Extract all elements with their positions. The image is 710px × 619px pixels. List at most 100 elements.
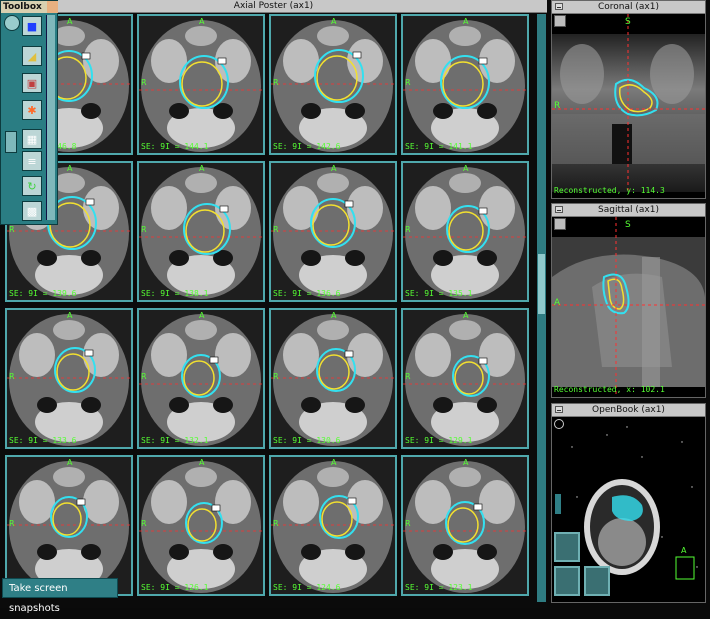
slice-position-label: SE: 9I = 142.6 [273, 142, 341, 151]
slice-position-label: SE: 9I = 136.6 [273, 289, 341, 298]
grid-icon[interactable]: ▩ [22, 201, 42, 221]
sagittal-title: Sagittal (ax1) [598, 205, 659, 215]
sagittal-orient-left: A [554, 298, 561, 308]
axial-slice-cell[interactable]: A R SE: 9I = 123.1 [401, 455, 529, 596]
axial-slice-cell[interactable]: A R SE: 9I = 135.1 [401, 161, 529, 302]
axial-slice-image [7, 457, 131, 594]
orient-top-label: A [331, 164, 337, 173]
view-thumbnail-button[interactable] [584, 566, 610, 596]
coronal-reconstructed-label: Reconstructed, y: 114.3 [554, 186, 665, 195]
axial-scrollbar[interactable] [537, 14, 546, 602]
axial-slice-cell[interactable]: A R SE: 9I = 138.1 [137, 161, 265, 302]
toolbox-scrollbar[interactable] [46, 15, 55, 220]
slice-position-label: SE: 9I = 138.1 [141, 289, 209, 298]
axial-slice-cell[interactable]: A R SE: 9I = 129.1 [401, 308, 529, 449]
axial-slice-cell[interactable]: A R SE: 9I = 124.6 [269, 455, 397, 596]
contour-marker-icon [211, 504, 221, 512]
slice-position-label: SE: 9I = 132.1 [141, 436, 209, 445]
target-icon[interactable]: ✱ [22, 100, 42, 120]
orient-top-label: A [199, 17, 205, 26]
contour-marker-icon [81, 52, 91, 60]
axial-slice-image [139, 457, 263, 594]
orient-top-label: A [463, 458, 469, 467]
axial-slice-cell[interactable]: A R SE: 9I = 130.6 [269, 308, 397, 449]
axial-slice-image [271, 310, 395, 447]
slice-position-label: SE: 9I = 126.1 [141, 583, 209, 592]
coronal-titlebar[interactable]: Coronal (ax1) [552, 1, 705, 14]
orient-top-label: A [331, 311, 337, 320]
axial-slice-cell[interactable]: A R SE: 9I = 141.1 [401, 14, 529, 155]
slice-position-label: SE: 9I = 133.6 [9, 436, 77, 445]
openbook-panel: OpenBook (ax1) A [551, 403, 706, 603]
contour-marker-icon [473, 503, 483, 511]
sagittal-orient-top: S [625, 220, 631, 230]
toolbox-title[interactable]: Toolbox [1, 1, 47, 13]
layers-icon[interactable]: ▣ [22, 73, 42, 93]
axial-slice-image [271, 16, 395, 153]
axial-poster-panel: Axial Poster (ax1) ARSE: 9I = 146.8ARSE:… [0, 0, 547, 608]
toolbox-close-icon[interactable] [47, 1, 58, 13]
orient-left-label: R [9, 519, 15, 528]
axial-slice-image [139, 310, 263, 447]
axial-slice-grid: ARSE: 9I = 146.8ARSE: 9I = 144.1ARSE: 9I… [5, 14, 535, 602]
coronal-title: Coronal (ax1) [598, 2, 659, 12]
contour-marker-icon [217, 57, 227, 65]
axial-slice-cell[interactable]: A R SE: 9I = 132.1 [137, 308, 265, 449]
toolbox-window: Toolbox ■ ◢ ▣ ✱ ▦ ≡ ↻ ▩ [0, 0, 58, 225]
orient-left-label: R [405, 519, 411, 528]
sagittal-view[interactable]: S A [552, 217, 705, 397]
camera-icon[interactable]: ▦ [22, 129, 42, 149]
sagittal-reconstructed-label: Reconstructed, x: 102.1 [554, 385, 665, 394]
axial-slice-image [403, 310, 527, 447]
axial-slice-cell[interactable]: A R SE: 9I = 144.1 [137, 14, 265, 155]
contour-marker-icon [478, 357, 488, 365]
slice-position-label: SE: 9I = 123.1 [405, 583, 473, 592]
coronal-view[interactable]: S R [552, 14, 705, 197]
axial-slice-cell[interactable]: A R SE: 9I = 136.6 [269, 161, 397, 302]
orient-left-label: R [405, 78, 411, 87]
axial-slice-cell[interactable]: A R SE: 9I = 142.6 [269, 14, 397, 155]
orient-top-label: A [67, 458, 73, 467]
scrollbar-thumb[interactable] [538, 254, 545, 314]
slice-position-label: SE: 9I = 124.6 [273, 583, 341, 592]
axial-poster-titlebar[interactable]: Axial Poster (ax1) [0, 0, 547, 13]
orient-left-label: R [405, 225, 411, 234]
axial-slice-cell[interactable]: A R SE: 9I = 133.6 [5, 308, 133, 449]
axial-slice-cell[interactable]: A R SE: 9I = 126.1 [137, 455, 265, 596]
orient-top-label: A [199, 458, 205, 467]
view-thumbnail-button[interactable] [554, 566, 580, 596]
orient-left-label: R [141, 78, 147, 87]
axial-slice-image [139, 16, 263, 153]
rotate-icon[interactable]: ↻ [22, 176, 42, 196]
orient-left-label: R [9, 372, 15, 381]
slice-position-label: SE: 9I = 135.1 [405, 289, 473, 298]
minimize-icon[interactable] [555, 3, 563, 10]
orient-top-label: A [67, 311, 73, 320]
axial-slice-image [403, 163, 527, 300]
magnifier-icon[interactable] [4, 15, 20, 31]
film-icon[interactable]: ≡ [22, 151, 42, 171]
openbook-titlebar[interactable]: OpenBook (ax1) [552, 404, 705, 417]
contour-marker-icon [344, 350, 354, 358]
ruler-icon[interactable]: ◢ [22, 46, 42, 66]
orient-left-label: R [273, 225, 279, 234]
minimize-icon[interactable] [555, 406, 563, 413]
orient-left-label: R [273, 78, 279, 87]
orient-top-label: A [463, 164, 469, 173]
axial-slice-image [271, 457, 395, 594]
orient-left-label: R [273, 519, 279, 528]
orient-left-label: R [405, 372, 411, 381]
axial-slice-cell[interactable]: ARSE: 9I = 127.6 [5, 455, 133, 596]
orient-top-label: A [67, 164, 73, 173]
contour-marker-icon [84, 349, 94, 357]
take-snapshot-button[interactable]: Take screen snapshots [2, 578, 118, 614]
openbook-orient-top: A [681, 546, 687, 555]
minimize-icon[interactable] [555, 206, 563, 213]
brain-map-icon[interactable]: ■ [22, 16, 42, 36]
slice-position-label: SE: 9I = 139.6 [9, 289, 77, 298]
axial-slice-image [139, 163, 263, 300]
toolbox-slider[interactable] [5, 131, 17, 153]
orient-top-label: A [463, 17, 469, 26]
view-thumbnail-button[interactable] [554, 532, 580, 562]
sagittal-titlebar[interactable]: Sagittal (ax1) [552, 204, 705, 217]
